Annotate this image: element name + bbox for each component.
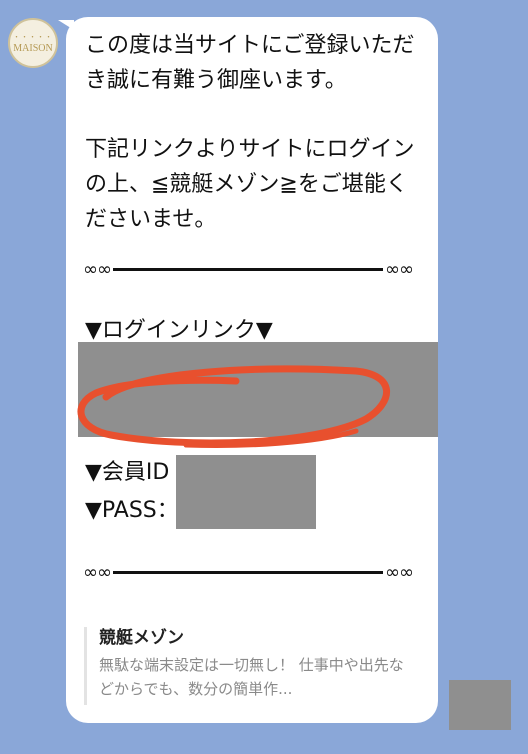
avatar[interactable]: ・・・・・ MAISON — [8, 18, 58, 68]
divider-end-left: ∞∞ — [83, 561, 112, 583]
divider-top: ∞∞ ∞∞ — [83, 258, 414, 280]
message-paragraph-2: 下記リンクよりサイトにログインの上、≦競艇メゾン≧をご堪能くださいませ。 — [85, 137, 415, 232]
redacted-timestamp — [449, 680, 511, 730]
avatar-brand-small: ・・・・・ — [13, 33, 53, 41]
redacted-credentials — [176, 455, 316, 529]
message-paragraph-1: この度は当サイトにご登録いただき誠に有難う御座います。 — [85, 33, 415, 93]
preview-title: 競艇メゾン — [99, 628, 184, 648]
divider-end-left: ∞∞ — [83, 258, 112, 280]
divider-end-right: ∞∞ — [385, 561, 414, 583]
redacted-login-link[interactable] — [78, 342, 438, 437]
divider-bottom: ∞∞ ∞∞ — [83, 561, 414, 583]
divider-line — [113, 267, 383, 271]
member-id-label: ▼会員ID — [85, 460, 170, 485]
preview-description: 無駄な端末設定は一切無し！ 仕事中や出先などからでも、数分の簡単作... — [99, 656, 404, 698]
password-label: ▼PASS： — [85, 498, 179, 523]
message-bubble[interactable]: この度は当サイトにご登録いただき誠に有難う御座います。 下記リンクよりサイトにロ… — [66, 17, 438, 723]
avatar-brand: MAISON — [13, 43, 53, 54]
divider-end-right: ∞∞ — [385, 258, 414, 280]
link-preview-card[interactable]: 競艇メゾン 無駄な端末設定は一切無し！ 仕事中や出先などからでも、数分の簡単作.… — [84, 627, 414, 705]
divider-line — [113, 570, 383, 574]
